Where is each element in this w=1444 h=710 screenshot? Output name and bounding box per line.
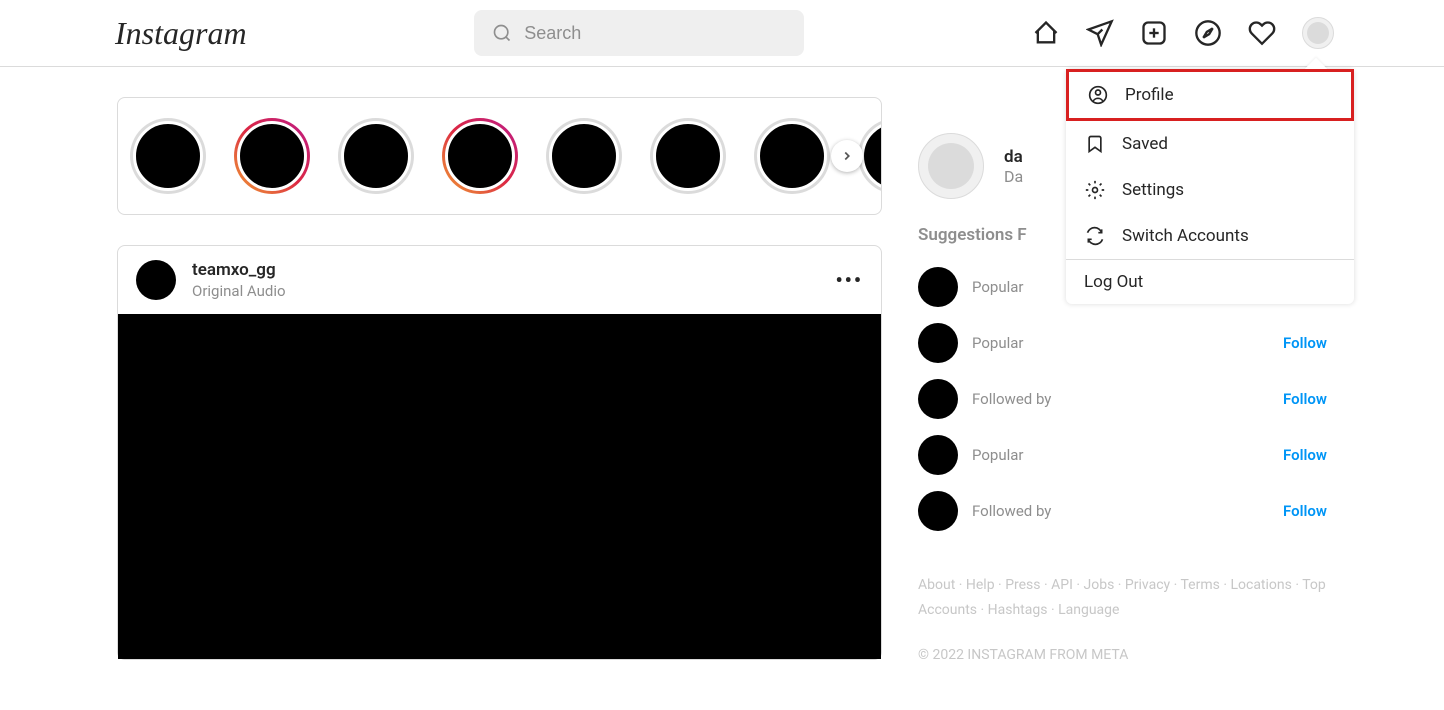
story-item[interactable]	[546, 118, 622, 194]
footer-link[interactable]: Terms	[1181, 577, 1220, 593]
suggestion-subtitle: Followed by	[972, 390, 1051, 408]
footer-link[interactable]: Press	[1005, 577, 1040, 593]
copyright: © 2022 INSTAGRAM FROM META	[918, 647, 1327, 663]
post-header: teamxo_gg Original Audio •••	[118, 246, 881, 314]
suggestion-item: Popular Follow	[918, 315, 1327, 371]
suggestion-avatar[interactable]	[918, 379, 958, 419]
story-item[interactable]	[338, 118, 414, 194]
footer-link[interactable]: Hashtags	[988, 602, 1048, 618]
footer-link[interactable]: API	[1051, 577, 1073, 593]
dropdown-logout-label: Log Out	[1084, 272, 1143, 292]
chevron-right-icon	[840, 149, 854, 163]
footer-link[interactable]: Language	[1058, 602, 1119, 618]
dropdown-profile[interactable]: Profile	[1066, 69, 1354, 121]
user-avatar[interactable]	[918, 133, 984, 199]
explore-icon[interactable]	[1194, 19, 1222, 47]
dropdown-switch-label: Switch Accounts	[1122, 226, 1249, 246]
story-item[interactable]	[234, 118, 310, 194]
dropdown-saved[interactable]: Saved	[1066, 121, 1354, 167]
suggestion-subtitle: Followed by	[972, 502, 1051, 520]
user-info: da Da	[1004, 147, 1023, 186]
post-subtitle[interactable]: Original Audio	[192, 282, 286, 300]
post: teamxo_gg Original Audio •••	[117, 245, 882, 660]
saved-icon	[1084, 133, 1106, 155]
post-author[interactable]: teamxo_gg	[192, 260, 286, 280]
footer-link[interactable]: Locations	[1230, 577, 1291, 593]
new-post-icon[interactable]	[1140, 19, 1168, 47]
username[interactable]: da	[1004, 147, 1023, 167]
displayname: Da	[1004, 167, 1023, 186]
footer-link[interactable]: Jobs	[1084, 577, 1115, 593]
story-item[interactable]	[754, 118, 830, 194]
suggestion-avatar[interactable]	[918, 267, 958, 307]
suggestion-subtitle: Popular	[972, 334, 1024, 352]
stories-tray	[117, 97, 882, 215]
suggestion-item: Followed by Follow	[918, 483, 1327, 539]
post-author-block: teamxo_gg Original Audio	[192, 260, 286, 300]
settings-icon	[1084, 179, 1106, 201]
footer-link[interactable]: Privacy	[1125, 577, 1170, 593]
follow-button[interactable]: Follow	[1283, 446, 1327, 464]
suggestion-avatar[interactable]	[918, 435, 958, 475]
story-item[interactable]	[130, 118, 206, 194]
dropdown-profile-label: Profile	[1125, 85, 1174, 105]
footer-link[interactable]: Help	[966, 577, 995, 593]
suggestion-subtitle: Popular	[972, 446, 1024, 464]
story-item[interactable]	[442, 118, 518, 194]
suggestion-subtitle: Popular	[972, 278, 1024, 296]
switch-icon	[1084, 225, 1106, 247]
post-media[interactable]	[118, 314, 881, 659]
stories-next-button[interactable]	[831, 140, 863, 172]
header: Instagram Pro	[0, 0, 1444, 67]
instagram-logo[interactable]: Instagram	[115, 15, 247, 52]
search-icon	[492, 23, 512, 43]
footer-links: About · Help · Press · API · Jobs · Priv…	[918, 573, 1327, 623]
follow-button[interactable]: Follow	[1283, 502, 1327, 520]
suggestion-avatar[interactable]	[918, 323, 958, 363]
story-item[interactable]	[650, 118, 726, 194]
follow-button[interactable]: Follow	[1283, 334, 1327, 352]
dropdown-logout[interactable]: Log Out	[1066, 260, 1354, 304]
profile-dropdown: Profile Saved Settings Switch Accounts	[1066, 69, 1354, 304]
nav-icons: Profile Saved Settings Switch Accounts	[1032, 17, 1334, 49]
follow-button[interactable]: Follow	[1283, 390, 1327, 408]
suggestion-item: Popular Follow	[918, 427, 1327, 483]
feed-column: teamxo_gg Original Audio •••	[117, 97, 882, 663]
post-avatar[interactable]	[136, 260, 176, 300]
profile-icon	[1087, 84, 1109, 106]
activity-icon[interactable]	[1248, 19, 1276, 47]
home-icon[interactable]	[1032, 19, 1060, 47]
post-more-icon[interactable]: •••	[835, 268, 863, 292]
dropdown-settings[interactable]: Settings	[1066, 167, 1354, 213]
dropdown-saved-label: Saved	[1122, 134, 1168, 154]
search-box[interactable]	[474, 10, 804, 56]
dropdown-switch[interactable]: Switch Accounts	[1066, 213, 1354, 259]
suggestion-item: Followed by Follow	[918, 371, 1327, 427]
footer-link[interactable]: About	[918, 577, 955, 593]
profile-avatar-nav[interactable]	[1302, 17, 1334, 49]
messages-icon[interactable]	[1086, 19, 1114, 47]
search-input[interactable]	[524, 23, 786, 44]
suggestion-avatar[interactable]	[918, 491, 958, 531]
dropdown-settings-label: Settings	[1122, 180, 1184, 200]
